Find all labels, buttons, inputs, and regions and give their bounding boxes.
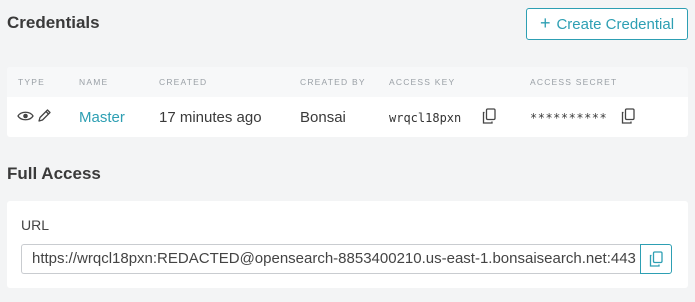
credentials-heading: Credentials (7, 13, 100, 32)
access-secret-value: ********** (530, 111, 608, 125)
url-label: URL (21, 217, 50, 233)
copy-access-key-icon[interactable] (482, 108, 496, 124)
column-header-access-secret: ACCESS SECRET (530, 77, 618, 87)
table-row: Master 17 minutes ago Bonsai wrqcl18pxn … (7, 97, 688, 137)
create-credential-button[interactable]: + Create Credential (526, 8, 688, 40)
column-header-created: CREATED (159, 77, 208, 87)
eye-icon[interactable] (17, 110, 34, 122)
full-access-heading: Full Access (7, 164, 101, 183)
full-access-card: URL https://wrqcl18pxn:REDACTED@opensear… (7, 201, 688, 288)
column-header-name: NAME (79, 77, 109, 87)
table-header: TYPE NAME CREATED CREATED BY ACCESS KEY … (7, 67, 688, 97)
column-header-created-by: CREATED BY (300, 77, 366, 87)
page: Credentials + Create Credential TYPE NAM… (0, 0, 695, 302)
create-credential-label: Create Credential (556, 15, 675, 33)
copy-icon (649, 251, 663, 267)
plus-icon: + (539, 13, 551, 33)
access-key-value: wrqcl18pxn (389, 111, 462, 125)
copy-access-secret-icon[interactable] (621, 108, 635, 124)
url-field[interactable]: https://wrqcl18pxn:REDACTED@opensearch-8… (21, 244, 640, 274)
column-header-type: TYPE (18, 77, 46, 87)
column-header-access-key: ACCESS KEY (389, 77, 456, 87)
credential-created: 17 minutes ago (159, 109, 262, 126)
credential-created-by: Bonsai (300, 109, 346, 126)
copy-url-button[interactable] (640, 244, 672, 274)
credential-name-link[interactable]: Master (79, 109, 125, 126)
credentials-table: TYPE NAME CREATED CREATED BY ACCESS KEY … (7, 67, 688, 137)
pencil-icon[interactable] (37, 108, 52, 123)
